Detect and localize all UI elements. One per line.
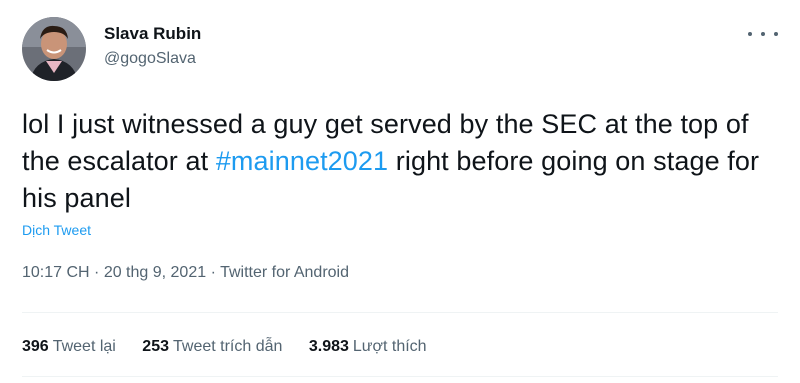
translate-tweet-link[interactable]: Dịch Tweet bbox=[22, 222, 91, 238]
more-horizontal-icon[interactable] bbox=[748, 24, 778, 44]
tweet-date[interactable]: 20 thg 9, 2021 bbox=[104, 264, 206, 281]
retweets-label: Tweet lại bbox=[52, 338, 116, 355]
author-handle[interactable]: @gogoSlava bbox=[104, 50, 196, 68]
hashtag-link[interactable]: #mainnet2021 bbox=[216, 146, 388, 176]
tweet-card: Slava Rubin @gogoSlava lol I just witnes… bbox=[0, 0, 800, 383]
retweets-count: 396 bbox=[22, 338, 49, 355]
divider bbox=[22, 376, 778, 377]
likes-count: 3.983 bbox=[308, 338, 349, 355]
quotes-stat[interactable]: 253 Tweet trích dẫn bbox=[142, 338, 282, 356]
tweet-time[interactable]: 10:17 CH bbox=[22, 264, 90, 281]
quotes-count: 253 bbox=[142, 338, 169, 355]
likes-stat[interactable]: 3.983 Lượt thích bbox=[309, 338, 427, 356]
tweet-stats: 396 Tweet lại 253 Tweet trích dẫn 3.983 Lượ… bbox=[22, 338, 449, 356]
tweet-text: lol I just witnessed a guy get served by… bbox=[22, 106, 772, 217]
tweet-meta: 10:17 CH · 20 thg 9, 2021 · Twitter for … bbox=[22, 264, 349, 282]
quotes-label: Tweet trích dẫn bbox=[173, 338, 283, 355]
retweets-stat[interactable]: 396 Tweet lại bbox=[22, 338, 116, 356]
tweet-source[interactable]: Twitter for Android bbox=[220, 264, 349, 281]
meta-separator: · bbox=[89, 264, 104, 281]
meta-separator: · bbox=[206, 264, 221, 281]
avatar[interactable] bbox=[22, 17, 86, 81]
author-name[interactable]: Slava Rubin bbox=[104, 24, 201, 44]
divider bbox=[22, 312, 778, 313]
likes-label: Lượt thích bbox=[352, 338, 427, 355]
